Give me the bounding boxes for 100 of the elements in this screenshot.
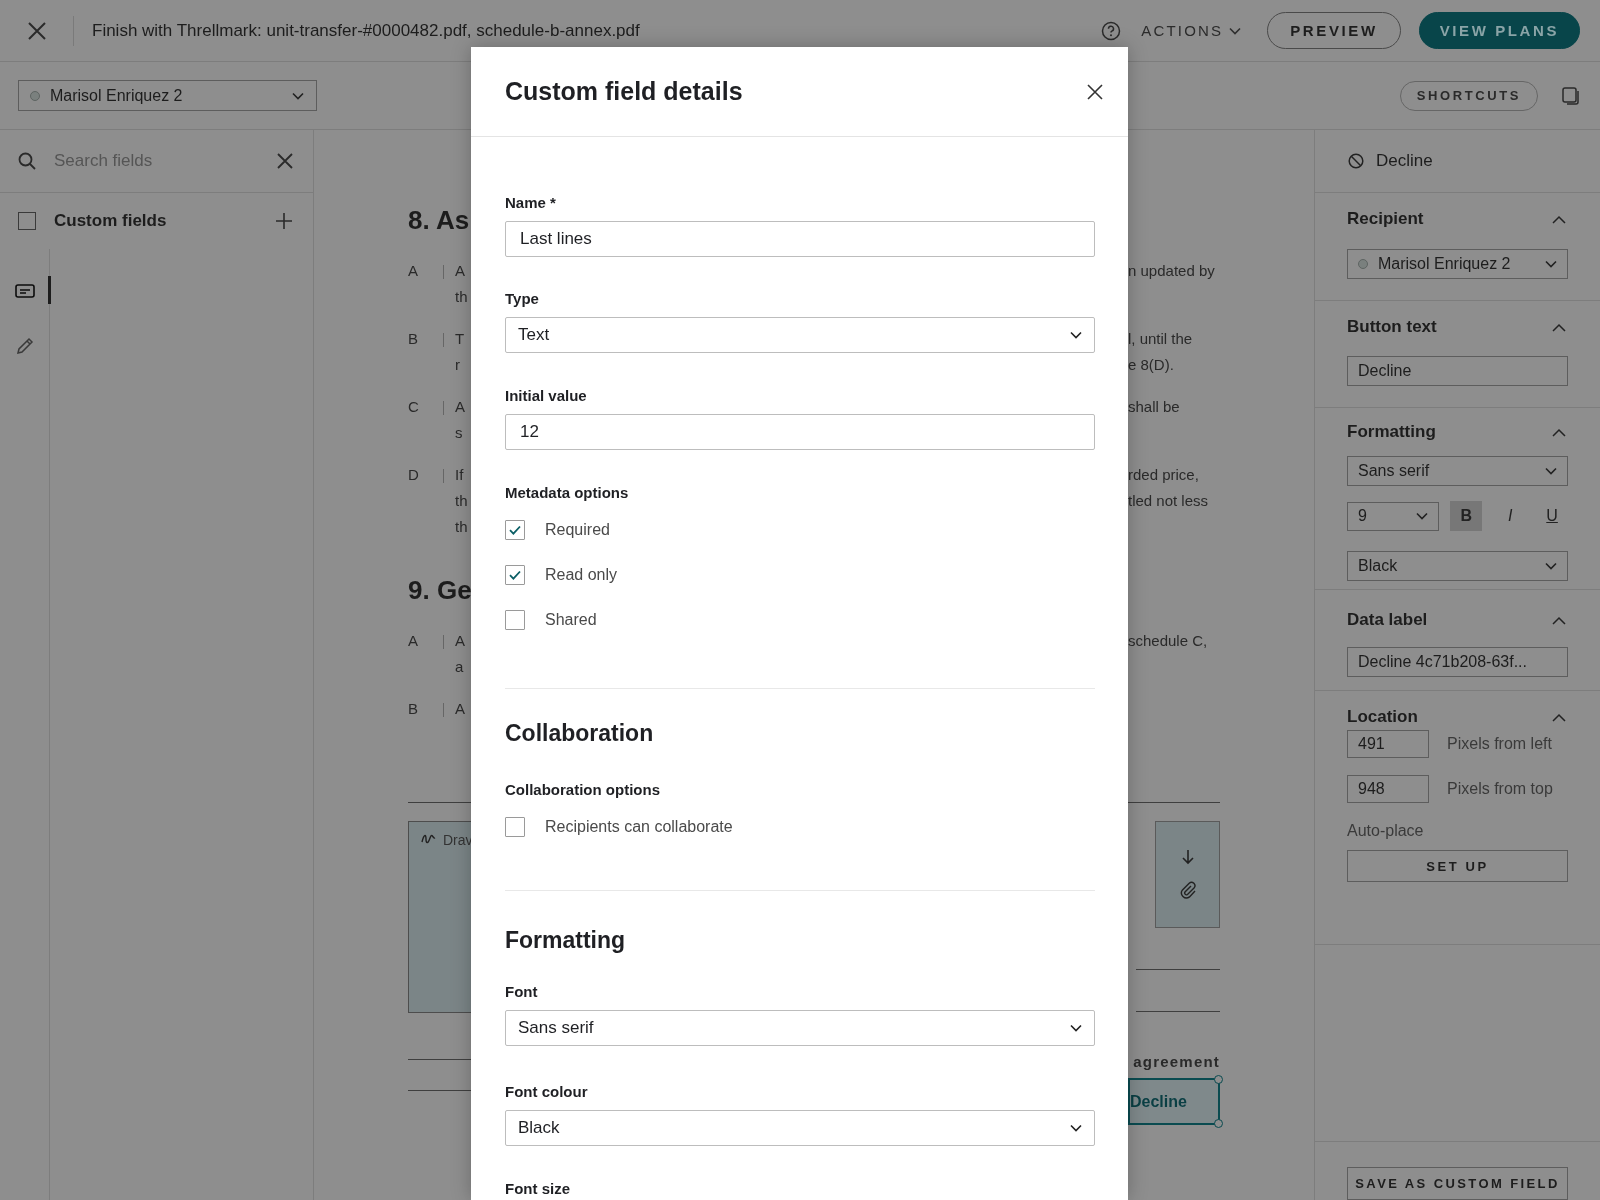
field-label: Font <box>505 982 539 1002</box>
actions-menu[interactable]: ACTIONS <box>1141 22 1242 39</box>
paperclip-icon[interactable] <box>1178 881 1197 899</box>
chevron-down-icon <box>1416 512 1429 520</box>
help-icon[interactable] <box>1101 20 1122 41</box>
clause-text: a <box>455 657 464 677</box>
underline-button[interactable]: U <box>1536 501 1568 531</box>
caption-text: agreement <box>1133 1053 1220 1070</box>
font-dropdown[interactable]: Sans serif <box>1347 456 1568 486</box>
clear-icon[interactable] <box>277 153 293 169</box>
status-dot <box>1358 259 1368 269</box>
section-heading: 8. As <box>408 204 470 236</box>
clause-letter: D <box>408 465 420 485</box>
clause-text: th <box>455 517 468 537</box>
close-icon[interactable] <box>1087 83 1103 100</box>
font-dropdown[interactable]: Sans serif <box>505 1010 1095 1046</box>
field-label: Pixels from left <box>1447 735 1552 753</box>
chevron-down-icon <box>1545 260 1557 268</box>
text-field-icon[interactable] <box>14 282 35 299</box>
section-title: Formatting <box>1347 422 1436 442</box>
clause-letter: B <box>408 329 419 349</box>
field-label: Metadata options <box>505 483 630 503</box>
italic-button[interactable]: I <box>1494 501 1527 531</box>
text-field[interactable]: Decline <box>1347 356 1568 386</box>
collapse-icon[interactable] <box>1552 712 1566 722</box>
collapse-icon[interactable] <box>1552 214 1566 224</box>
top-field[interactable]: 948 <box>1347 775 1429 803</box>
clause-text: th <box>455 287 468 307</box>
type-dropdown[interactable]: Text <box>505 317 1095 353</box>
collapse-icon[interactable] <box>1552 322 1566 332</box>
clause-text: rded price, <box>1128 465 1200 485</box>
collapse-icon[interactable] <box>1552 615 1566 625</box>
clause-letter: A <box>408 261 419 281</box>
add-icon[interactable] <box>275 212 293 230</box>
section-title: Recipient <box>1347 209 1424 229</box>
pages-icon[interactable] <box>1562 86 1580 105</box>
clause-text: schedule C, <box>1128 631 1209 651</box>
section-title: Data label <box>1347 610 1428 630</box>
checkbox[interactable] <box>505 519 525 540</box>
field-label: Auto-place <box>1347 822 1425 840</box>
initial-value-field[interactable]: 12 <box>505 414 1095 450</box>
clause-letter: B <box>408 699 419 719</box>
field-name: Decline <box>1376 151 1433 171</box>
recipient-dropdown[interactable]: Marisol Enriquez 2 <box>1347 249 1568 279</box>
set-up-button[interactable]: SET UP <box>1347 850 1568 882</box>
left-field[interactable]: 491 <box>1347 730 1429 758</box>
field-label: Font colour <box>505 1082 589 1102</box>
search-field[interactable]: Search fields <box>52 150 261 172</box>
text-field[interactable]: Decline 4c71b208-63f... <box>1347 647 1568 677</box>
colour-dropdown[interactable]: Black <box>1347 551 1568 581</box>
clause-text: tled not less <box>1128 491 1210 511</box>
field-label: Initial value <box>505 386 588 406</box>
download-icon[interactable] <box>1181 849 1194 865</box>
field-label: Font size <box>505 1179 571 1199</box>
section-title: Custom fields <box>54 211 167 231</box>
clause-text: A <box>455 631 465 651</box>
dialog-title: Custom field details <box>505 77 743 106</box>
clause-text: e 8(D). <box>1128 355 1175 375</box>
save-as-custom-field-button[interactable]: SAVE AS CUSTOM FIELD <box>1347 1167 1568 1200</box>
clause-text: th <box>455 491 468 511</box>
clause-text: A <box>455 261 465 281</box>
checkbox[interactable] <box>505 564 525 585</box>
checkbox[interactable] <box>18 212 36 230</box>
prohibited-icon <box>1348 153 1364 169</box>
section-heading: Collaboration <box>505 719 655 748</box>
decline-field[interactable]: Decline <box>1128 1078 1220 1125</box>
chevron-down-icon <box>1545 562 1557 570</box>
section-heading: Formatting <box>505 926 627 955</box>
recipient-dropdown[interactable]: Marisol Enriquez 2 <box>18 80 317 111</box>
chevron-down-icon <box>1545 467 1557 475</box>
chevron-down-icon <box>1070 1124 1082 1132</box>
font-size-dropdown[interactable]: 9 <box>1347 501 1440 531</box>
field-label: Pixels from top <box>1447 780 1553 798</box>
checkbox-label: Recipients can collaborate <box>545 817 733 836</box>
chevron-down-icon <box>1229 26 1242 35</box>
clause-letter: C <box>408 397 420 417</box>
chevron-down-icon <box>292 91 304 100</box>
collapse-icon[interactable] <box>1552 427 1566 437</box>
section-heading: 9. Ge <box>408 574 472 606</box>
field-label: Type <box>505 289 540 309</box>
clause-text: s <box>455 423 463 443</box>
section-title: Button text <box>1347 317 1437 337</box>
field-label: Name * <box>505 193 557 213</box>
chevron-down-icon <box>1070 1024 1082 1032</box>
clause-text: A <box>455 699 465 719</box>
clause-text: If <box>455 465 464 485</box>
clause-text: n updated by <box>1128 261 1216 281</box>
name-field[interactable]: Last lines <box>505 221 1095 257</box>
clause-text: shall be <box>1128 397 1181 417</box>
checkbox[interactable] <box>505 816 525 837</box>
section-title: Location <box>1347 707 1418 727</box>
view-plans-button[interactable]: VIEW PLANS <box>1418 12 1580 49</box>
font-colour-dropdown[interactable]: Black <box>505 1110 1095 1146</box>
clause-text: r <box>455 355 460 375</box>
clause-text: T <box>455 329 465 349</box>
checkbox[interactable] <box>505 609 525 630</box>
chevron-down-icon <box>1070 331 1082 339</box>
clause-text: A <box>455 397 465 417</box>
bold-button[interactable]: B <box>1450 501 1483 531</box>
pencil-icon[interactable] <box>15 336 34 355</box>
